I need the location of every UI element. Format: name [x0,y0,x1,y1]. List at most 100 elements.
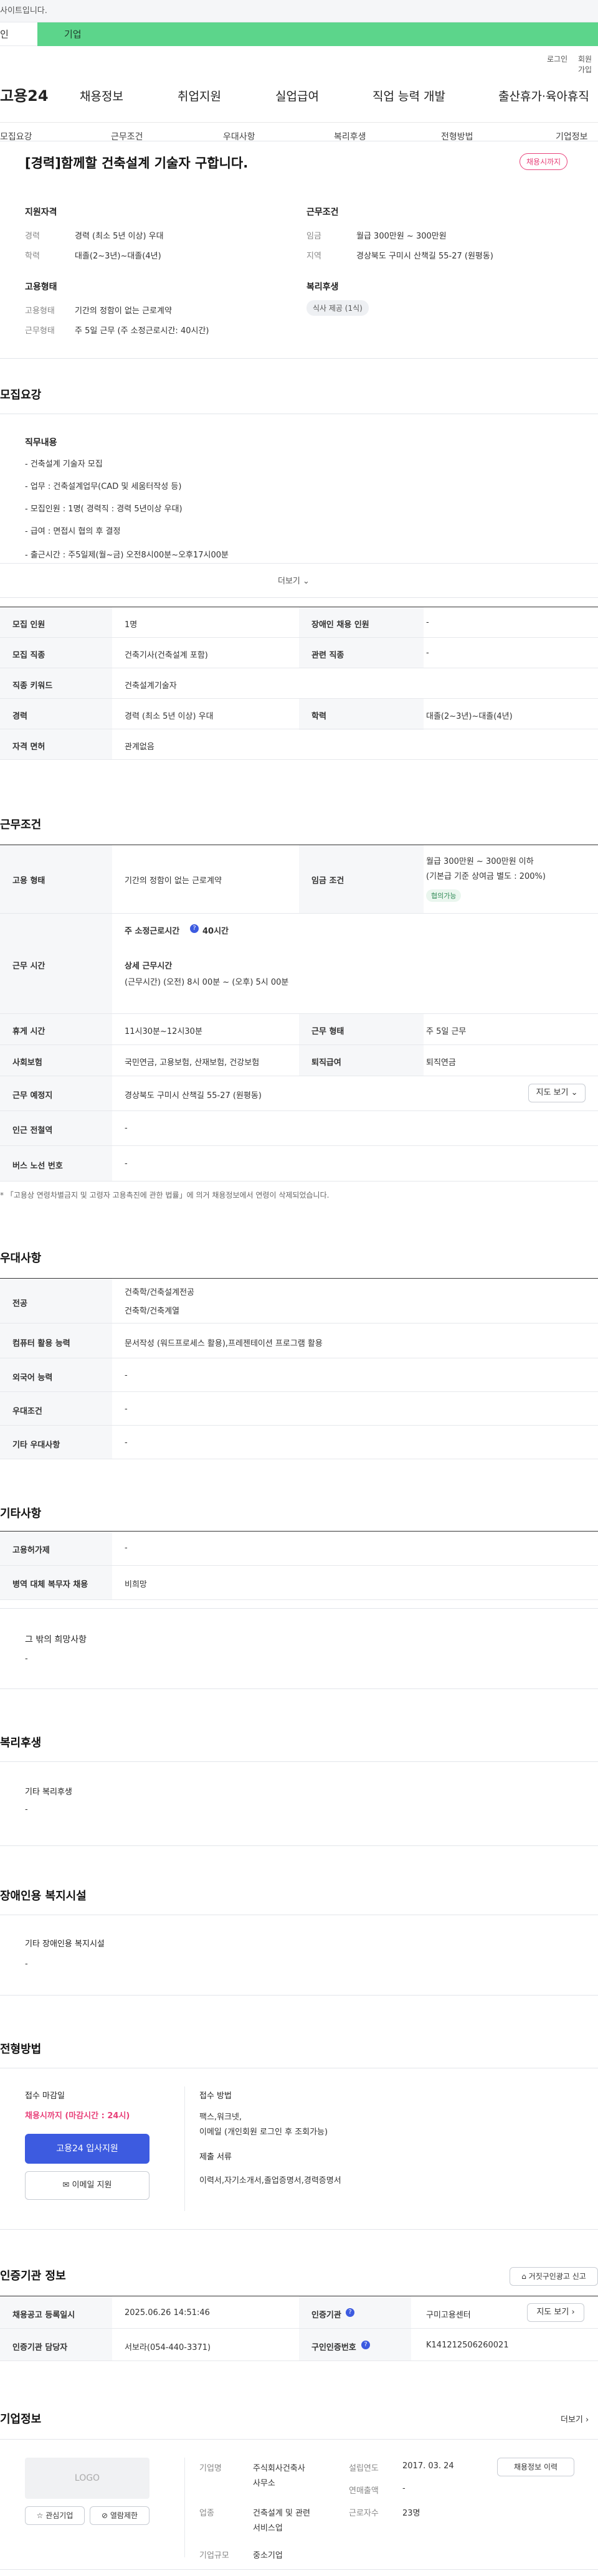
row-value: 건축학/건축계열 [125,1307,180,1316]
row-header: 버스 노선 번호 [12,1162,63,1171]
login-link[interactable]: 로그인 [547,54,567,64]
row-value: - [426,618,429,627]
company-more-label: 더보기 [561,2415,583,2425]
row-header: 근무 시간 [12,962,45,971]
qual-title: 지원자격 [25,207,57,217]
work-title: 근무조건 [306,207,339,217]
site-logo[interactable]: 고용24 [0,83,49,105]
emp-label: 고용형태 [25,306,55,316]
row-header: 병역 대체 복무자 채용 [12,1580,88,1589]
report-button[interactable]: ⌂ 거짓구인광고 신고 [510,2267,598,2286]
row-header: 채용공고 등록일시 [12,2311,75,2320]
gnb-parental-leave[interactable]: 출산휴가·육아휴직 [498,87,589,104]
table-row [0,638,598,668]
row-value: 기간의 정함이 없는 근로계약 [125,876,222,886]
conditions-heading: 근무조건 [0,818,42,831]
company-name-value: 사무소 [253,2479,275,2488]
welfare-title: 기타 복리후생 [25,1788,72,1797]
work-label: 지역 [306,252,321,261]
company-name-label: 기업명 [199,2464,222,2473]
row-value: 국민연금, 고용보험, 산재보험, 건강보험 [125,1058,260,1068]
table-row [0,1076,598,1111]
row-value: 건축기사(건축설계 포함) [125,651,208,660]
email-apply-button[interactable]: ✉ 이메일 지원 [25,2171,150,2200]
row-value: 1명 [125,620,138,630]
tab-company[interactable]: 기업 [37,22,598,46]
table-row [0,1532,598,1566]
help-icon[interactable]: ? [346,2308,354,2317]
row-header: 직종 키워드 [12,681,53,691]
help-icon[interactable]: ? [361,2341,370,2349]
row-header: 퇴직급여 [311,1058,341,1068]
method-title: 접수 방법 [199,2091,232,2101]
company-logo: LOGO [25,2458,150,2499]
row-value: 대졸(2~3년)~대졸(4년) [426,712,513,721]
table-row [0,607,598,638]
gnb-employment-support[interactable]: 취업지원 [178,87,221,104]
qual-label: 경력 [25,232,40,241]
map-button[interactable]: 지도 보기 ⌄ [528,1084,586,1102]
table-row [0,1566,598,1600]
table-row [0,668,598,699]
row-value: 비희망 [125,1580,147,1589]
qual-value: 경력 (최소 5년 이상) 우대 [75,232,164,241]
block-view-button[interactable]: ⊘ 열람제한 [90,2506,150,2525]
deadline-value: 채용시까지 (마감시간 : 24시) [25,2111,130,2121]
block-icon: ⊘ [101,2511,108,2520]
row-value: 주 5일 근무 [426,1027,467,1036]
hours-label: 주 소정근로시간 [125,927,180,936]
emp-label: 근무형태 [25,326,55,336]
row-value: - [125,1404,128,1414]
row-header: 고용허가제 [12,1546,50,1555]
hiring-history-button[interactable]: 채용정보 이력 [497,2458,574,2476]
row-header: 고용 형태 [12,876,45,886]
map-button[interactable]: 지도 보기 › [527,2303,584,2322]
row-value: - [125,1543,128,1553]
table-row [0,1392,598,1426]
disability-card [0,1915,598,1996]
qual-label: 학력 [25,252,40,261]
welfare-card [0,1761,598,1846]
row-value: - [125,1438,128,1447]
established-value: 2017. 03. 24 [402,2461,454,2471]
table-row [0,1279,598,1324]
hours-detail-value: (근무시간) (오전) 8시 00분 ~ (오후) 5시 00분 [125,978,289,987]
gnb-jobs[interactable]: 채용정보 [80,87,123,104]
mail-icon: ✉ [62,2181,70,2190]
chevron-down-icon: ⌄ [303,577,310,586]
work-label: 임금 [306,232,321,241]
apply-button[interactable]: 고용24 입사지원 [25,2134,150,2164]
favorite-company-button[interactable]: ☆ 관심기업 [25,2506,85,2525]
row-value: 건축학/건축설계전공 [125,1288,195,1297]
employees-value: 23명 [402,2509,420,2518]
age-law-note: * 「고용상 연령차별금지 및 고령자 고용촉진에 관한 법률」에 의거 채용정… [0,1191,330,1200]
more-button[interactable]: 더보기 ⌄ [278,574,310,586]
row-value: 11시30분~12시30분 [125,1027,202,1036]
hope-card [0,1608,598,1689]
duty-line: - 출근시간 : 주5일제(월~금) 오전8시00분~오후17시00분 [25,551,229,560]
table-row [0,729,598,760]
row-header: 장애인 채용 인원 [311,620,369,630]
wage-bonus: (기본급 기준 상여금 별도 : 200%) [426,872,546,881]
established-label: 설립연도 [349,2464,379,2473]
deadline-title: 접수 마감일 [25,2091,65,2101]
row-header: 전공 [12,1299,27,1309]
gnb-unemployment-benefit[interactable]: 실업급여 [275,87,319,104]
table-row [0,1045,598,1076]
tab-individual[interactable]: 인 [0,22,37,46]
row-header: 모집 인원 [12,620,45,630]
row-header: 근무 형태 [311,1027,344,1036]
company-more-link[interactable]: 더보기 › [561,2413,589,2425]
emp-value: 주 5일 근무 (주 소정근로시간: 40시간) [75,326,209,336]
company-heading: 기업정보 [0,2413,42,2426]
duty-line: - 건축설계 기술자 모집 [25,460,103,469]
gnb-vocational-training[interactable]: 직업 능력 개발 [373,87,445,104]
signup-link[interactable]: 회원가입 [578,54,598,75]
row-header: 컴퓨터 활용 능력 [12,1339,70,1348]
star-icon: ☆ [36,2511,44,2520]
help-icon[interactable]: ? [190,924,199,933]
etc-heading: 기타사항 [0,1507,42,1520]
benefit-tag: 식사 제공 (1식) [306,300,369,316]
company-name-value: 주식회사건축사 [253,2464,305,2473]
qual-value: 대졸(2~3년)~대졸(4년) [75,252,161,261]
